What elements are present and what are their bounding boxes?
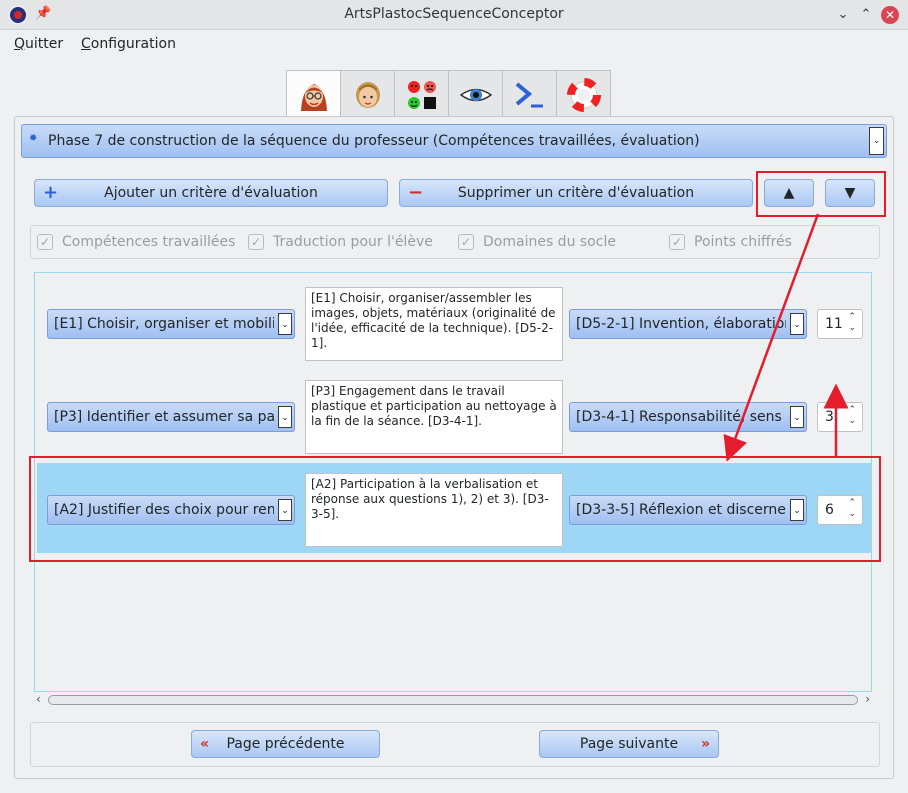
scrollbar-thumb[interactable] — [48, 695, 858, 705]
chevron-down-icon: ⌄ — [869, 127, 884, 155]
horizontal-scrollbar[interactable]: ‹ › — [34, 692, 872, 708]
points-value: 3 — [825, 409, 834, 425]
next-page-button[interactable]: Page suivante » — [539, 730, 719, 758]
criterion-row[interactable]: [E1] Choisir, organiser et mobiliser ⌄ [… — [37, 277, 871, 367]
menu-bar: Quitter Configuration — [0, 30, 908, 60]
points-spinbox[interactable]: 11 ⌃ ⌄ — [817, 309, 863, 339]
minus-icon: − — [408, 182, 424, 203]
description-field[interactable]: [P3] Engagement dans le travail plastiqu… — [305, 380, 563, 454]
checkbox-label: Points chiffrés — [694, 234, 792, 250]
student-icon — [355, 81, 380, 108]
close-button[interactable]: ✕ — [881, 6, 899, 24]
tab-smileys[interactable] — [394, 70, 449, 118]
spin-arrows-icon[interactable]: ⌃ ⌄ — [848, 312, 856, 334]
spin-arrows-icon[interactable]: ⌃ ⌄ — [848, 405, 856, 427]
window-title: ArtsPlastocSequenceConceptor — [344, 6, 564, 22]
chevron-down-icon: ⌄ — [278, 406, 292, 428]
phase-selected-text: Phase 7 de construction de la séquence d… — [48, 133, 700, 149]
menu-quitter[interactable]: Quitter — [14, 36, 63, 52]
chevron-down-icon: ⌄ — [790, 406, 804, 428]
options-group: ✓ Compétences travaillées ✓ Traduction pou… — [30, 225, 880, 259]
tab-student[interactable] — [340, 70, 395, 118]
add-criterion-label: Ajouter un critère d'évaluation — [104, 185, 318, 201]
competence-select[interactable]: [E1] Choisir, organiser et mobiliser ⌄ — [47, 309, 295, 339]
remove-criterion-button[interactable]: − Supprimer un critère d'évaluation — [399, 179, 753, 207]
terminal-icon — [515, 81, 543, 107]
checkbox-label: Domaines du socle — [483, 234, 616, 250]
check-icon: ✓ — [458, 234, 474, 250]
menu-configuration[interactable]: Configuration — [81, 36, 176, 52]
check-icon: ✓ — [248, 234, 264, 250]
criterion-row[interactable]: [P3] Identifier et assumer sa part d ⌄ [… — [37, 370, 871, 460]
domain-select[interactable]: [D3-4-1] Responsabilité, sens de l ⌄ — [569, 402, 807, 432]
domain-text: [D5-2-1] Invention, élaboration, p — [576, 316, 786, 332]
checkbox-label: Traduction pour l'élève — [273, 234, 433, 250]
description-field[interactable]: [E1] Choisir, organiser/assembler les im… — [305, 287, 563, 361]
remove-criterion-label: Supprimer un critère d'évaluation — [457, 185, 695, 201]
previous-page-button[interactable]: « Page précédente — [191, 730, 380, 758]
radio-icon: ✹ — [29, 133, 38, 144]
title-bar: 📌 ArtsPlastocSequenceConceptor ⌄ ⌃ ✕ — [0, 0, 908, 30]
minimize-button[interactable]: ⌄ — [834, 6, 852, 24]
competence-select[interactable]: [P3] Identifier et assumer sa part d ⌄ — [47, 402, 295, 432]
tab-terminal[interactable] — [502, 70, 557, 118]
double-chevron-right-icon: » — [700, 736, 710, 752]
chevron-down-icon: ⌄ — [790, 313, 804, 335]
teacher-icon — [300, 83, 327, 111]
next-page-label: Page suivante — [579, 736, 679, 752]
tab-teacher[interactable] — [286, 70, 341, 120]
scroll-right-icon[interactable]: › — [865, 692, 870, 706]
tab-bar — [286, 70, 611, 120]
previous-page-label: Page précédente — [226, 736, 345, 752]
checkbox-label: Compétences travaillées — [62, 234, 236, 250]
checkbox-domaines[interactable]: ✓ Domaines du socle — [458, 234, 616, 250]
points-spinbox[interactable]: 3 ⌃ ⌄ — [817, 402, 863, 432]
tab-help[interactable] — [556, 70, 611, 118]
lifebuoy-icon — [566, 77, 601, 112]
domain-select[interactable]: [D5-2-1] Invention, élaboration, p ⌄ — [569, 309, 807, 339]
add-criterion-button[interactable]: + Ajouter un critère d'évaluation — [34, 179, 388, 207]
check-icon: ✓ — [669, 234, 685, 250]
eye-icon — [459, 88, 492, 101]
tab-eye[interactable] — [448, 70, 503, 118]
maximize-button[interactable]: ⌃ — [857, 6, 875, 24]
plus-icon: + — [43, 182, 59, 203]
phase-select[interactable]: ✹ Phase 7 de construction de la séquence… — [21, 124, 887, 158]
competence-text: [E1] Choisir, organiser et mobiliser — [54, 316, 274, 332]
double-chevron-left-icon: « — [200, 736, 210, 752]
annotation-box-arrows — [756, 171, 886, 217]
checkbox-points[interactable]: ✓ Points chiffrés — [669, 234, 792, 250]
points-value: 11 — [825, 316, 843, 332]
chevron-down-icon: ⌄ — [278, 313, 292, 335]
check-icon: ✓ — [37, 234, 53, 250]
annotation-box-row — [29, 456, 881, 562]
smileys-icon — [407, 80, 436, 109]
navigation-bar: « Page précédente Page suivante » — [30, 722, 880, 767]
checkbox-traduction[interactable]: ✓ Traduction pour l'élève — [248, 234, 433, 250]
checkbox-competences[interactable]: ✓ Compétences travaillées — [37, 234, 235, 250]
competence-text: [P3] Identifier et assumer sa part d — [54, 409, 274, 425]
domain-text: [D3-4-1] Responsabilité, sens de l — [576, 409, 786, 425]
scroll-left-icon[interactable]: ‹ — [36, 692, 41, 706]
